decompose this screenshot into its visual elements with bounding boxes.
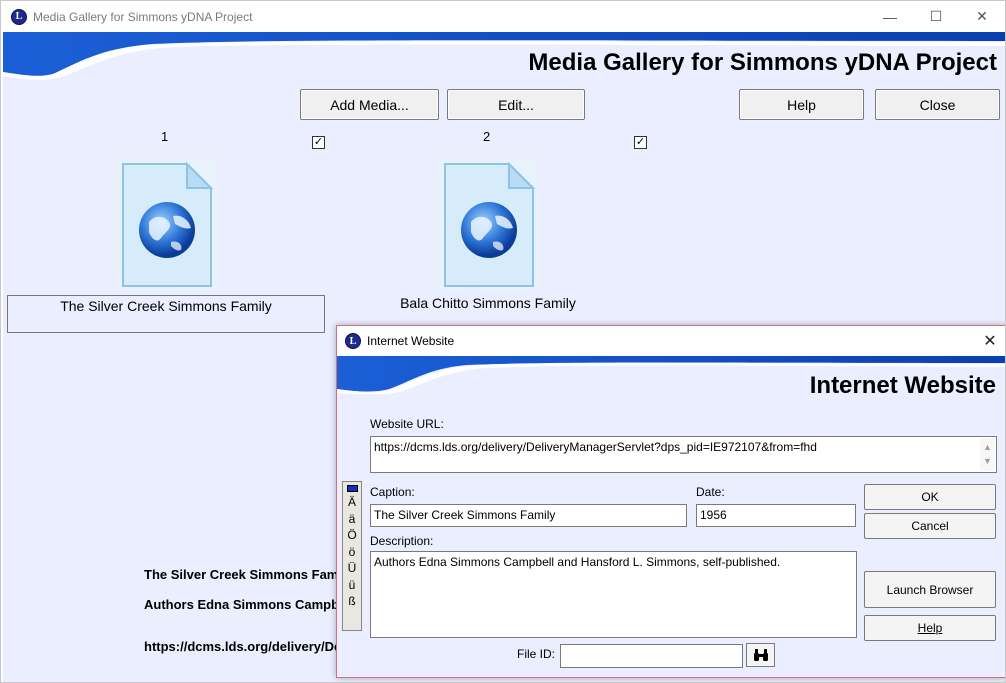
edit-label: Edit... — [498, 96, 534, 113]
file-id-label: File ID: — [517, 647, 556, 661]
maximize-button[interactable]: ☐ — [913, 1, 959, 32]
binoculars-icon — [753, 649, 768, 661]
detail-url: https://dcms.lds.org/delivery/DeliveryMa… — [144, 639, 336, 654]
ok-button[interactable]: OK — [864, 484, 996, 510]
scroll-up-icon[interactable]: ▲ — [980, 440, 995, 455]
website-url-label: Website URL: — [370, 417, 444, 431]
date-input[interactable]: 1956 — [696, 504, 856, 527]
detail-description: Authors Edna Simmons Campbell and Hansfo… — [144, 597, 336, 612]
special-characters-bar: Ä ä Ö ö Ü ü ß — [342, 481, 362, 631]
item-checkbox-1[interactable]: ✓ — [312, 136, 325, 149]
window-title: Media Gallery for Simmons yDNA Project — [33, 9, 253, 24]
item-number-1: 1 — [161, 129, 169, 144]
web-document-icon[interactable] — [115, 158, 217, 292]
website-url-input[interactable]: https://dcms.lds.org/delivery/DeliveryMa… — [370, 436, 997, 473]
find-file-button[interactable] — [746, 643, 775, 667]
web-document-icon[interactable] — [437, 158, 539, 292]
char-button-u-umlaut[interactable]: ü — [349, 577, 356, 594]
help-button[interactable]: Help — [739, 89, 864, 120]
date-label: Date: — [696, 485, 725, 499]
dialog-title-bar[interactable]: L Internet Website ✕ — [337, 326, 1005, 356]
cancel-label: Cancel — [911, 519, 949, 533]
cancel-button[interactable]: Cancel — [864, 513, 996, 539]
char-button-eszett[interactable]: ß — [348, 593, 355, 610]
char-button-a-umlaut[interactable]: ä — [349, 511, 356, 528]
gallery-banner: Media Gallery for Simmons yDNA Project — [3, 32, 1005, 82]
help-label: Help — [787, 96, 816, 113]
website-url-value: https://dcms.lds.org/delivery/DeliveryMa… — [374, 440, 817, 454]
add-media-button[interactable]: Add Media... — [300, 89, 439, 120]
caption-label: Caption: — [370, 485, 415, 499]
launch-browser-label: Launch Browser — [886, 582, 974, 597]
internet-website-dialog: L Internet Website ✕ Internet Website We… — [336, 325, 1005, 678]
app-logo-icon: L — [11, 8, 27, 25]
char-button-u-umlaut-upper[interactable]: Ü — [348, 560, 357, 577]
launch-browser-button[interactable]: Launch Browser — [864, 571, 996, 608]
item-number-2: 2 — [483, 129, 491, 144]
char-button-o-umlaut-upper[interactable]: Ö — [347, 527, 356, 544]
url-scrollbar[interactable]: ▲ ▼ — [980, 438, 995, 471]
dialog-help-label: Help — [917, 621, 943, 635]
file-id-input[interactable] — [560, 644, 743, 668]
minimize-button[interactable]: — — [867, 1, 913, 32]
close-window-button[interactable]: ✕ — [959, 1, 1005, 32]
ok-label: OK — [921, 490, 939, 504]
item-caption-2[interactable]: Bala Chitto Simmons Family — [329, 295, 647, 311]
dialog-help-button[interactable]: Help — [864, 615, 996, 641]
char-button-o-umlaut[interactable]: ö — [349, 544, 356, 561]
app-logo-icon: L — [345, 333, 361, 349]
window-controls: — ☐ ✕ — [867, 1, 1005, 32]
main-window: L Media Gallery for Simmons yDNA Project… — [0, 0, 1006, 683]
gallery-banner-title: Media Gallery for Simmons yDNA Project — [528, 49, 997, 76]
description-textarea[interactable]: Authors Edna Simmons Campbell and Hansfo… — [370, 551, 857, 638]
caption-input[interactable]: The Silver Creek Simmons Family — [370, 504, 687, 527]
close-button[interactable]: Close — [875, 89, 1000, 120]
description-label: Description: — [370, 534, 434, 548]
scroll-down-icon[interactable]: ▼ — [980, 454, 995, 469]
item-caption-1[interactable]: The Silver Creek Simmons Family — [7, 295, 325, 333]
dialog-body: Internet Website Website URL: https://dc… — [337, 356, 1005, 677]
dialog-banner: Internet Website — [337, 356, 1005, 394]
char-button-a-umlaut-upper[interactable]: Ä — [348, 494, 356, 511]
dialog-title: Internet Website — [367, 334, 455, 348]
language-flag-icon[interactable] — [346, 485, 358, 492]
edit-button[interactable]: Edit... — [447, 89, 585, 120]
dialog-banner-title: Internet Website — [809, 372, 996, 394]
title-bar[interactable]: L Media Gallery for Simmons yDNA Project… — [1, 1, 1005, 32]
dialog-close-button[interactable]: ✕ — [978, 329, 1002, 353]
item-checkbox-2[interactable]: ✓ — [634, 136, 647, 149]
close-label: Close — [919, 96, 956, 113]
add-media-label: Add Media... — [330, 96, 409, 113]
detail-caption: The Silver Creek Simmons Family — [144, 567, 336, 582]
